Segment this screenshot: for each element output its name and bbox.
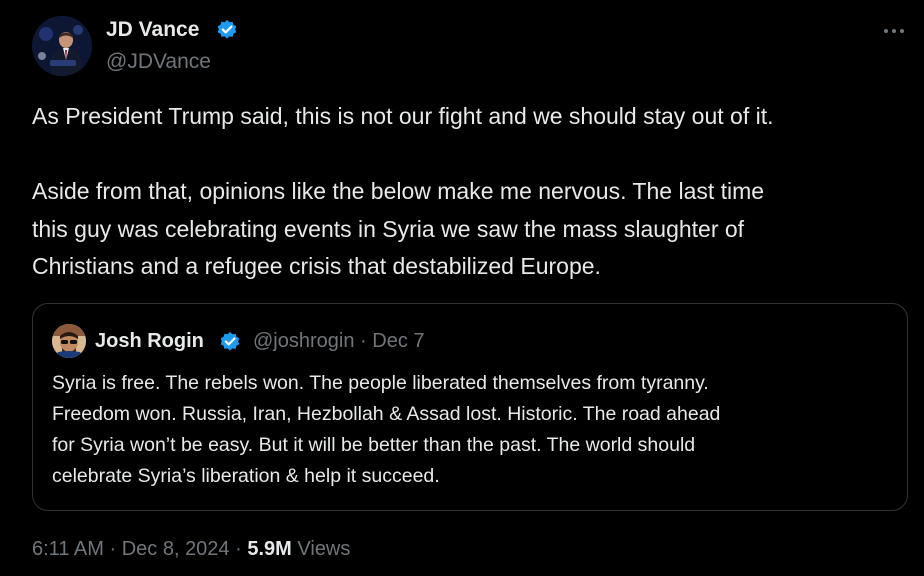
footer-separator: ·	[109, 538, 117, 560]
tweet-line: Christians and a refugee crisis that des…	[32, 253, 601, 279]
quoted-line: Freedom won. Russia, Iran, Hezbollah & A…	[52, 403, 721, 425]
tweet-line: this guy was celebrating events in Syria…	[32, 215, 745, 242]
verified-badge-icon	[217, 20, 237, 39]
footer-separator: ·	[235, 538, 242, 560]
quoted-tweet-card[interactable]: Josh Rogin @joshrogin · Dec 7 Syria is f…	[32, 303, 908, 511]
quoted-date: Dec 7	[372, 330, 425, 352]
tweet-line: Aside from that, opinions like the below…	[32, 178, 765, 204]
views-count[interactable]: 5.9M	[247, 538, 291, 560]
quoted-author-avatar	[52, 324, 86, 358]
quoted-meta: @joshrogin · Dec 7	[253, 328, 425, 354]
tweet-paragraph: As President Trump said, this is not our…	[32, 103, 774, 129]
quoted-author-name: Josh Rogin	[95, 330, 204, 352]
meta-separator: ·	[360, 330, 367, 352]
more-dots-icon[interactable]	[880, 22, 908, 40]
quoted-line: for Syria won’t be easy. But it will be …	[52, 434, 696, 456]
tweet-time[interactable]: 6:11 AM	[32, 538, 104, 560]
quoted-line: celebrate Syria’s liberation & help it s…	[52, 465, 440, 487]
tweet-footer: 6:11 AM · Dec 8, 2024 · 5.9M Views	[32, 536, 350, 562]
tweet-text: As President Trump said, this is not our…	[32, 98, 912, 286]
author-avatar-image	[32, 16, 92, 76]
quoted-line: Syria is free. The rebels won. The peopl…	[52, 372, 709, 394]
views-label: Views	[297, 538, 351, 560]
tweet-container: JD Vance @JDVance As President Trump sai…	[0, 0, 924, 576]
tweet-date[interactable]: Dec 8, 2024	[122, 538, 230, 560]
verified-badge-icon	[220, 332, 240, 351]
quoted-author-handle: @joshrogin	[253, 330, 355, 352]
author-name[interactable]: JD Vance	[106, 16, 199, 44]
quoted-author-avatar-image	[52, 324, 86, 358]
author-handle[interactable]: @JDVance	[106, 48, 211, 76]
author-avatar[interactable]	[32, 16, 92, 76]
quoted-tweet-text: Syria is free. The rebels won. The peopl…	[52, 368, 892, 492]
